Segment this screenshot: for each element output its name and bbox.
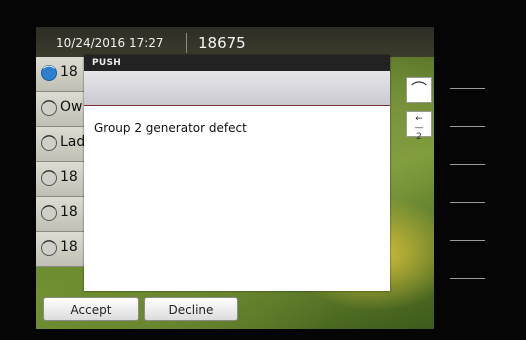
call-list-label: Lad (60, 134, 86, 150)
handset-icon: ⌒ (41, 170, 57, 186)
hardware-key-line (450, 164, 485, 165)
scroll-up-button[interactable]: ⌒ (406, 77, 432, 103)
call-list-label: 18 (60, 169, 78, 185)
call-list-item[interactable]: ⌒ Lad (36, 127, 88, 162)
call-list-item[interactable]: ⌒ 18 (36, 162, 88, 197)
call-list-item[interactable]: ⌒ Ow (36, 92, 88, 127)
handset-icon: ⌒ (41, 135, 57, 151)
hardware-key-line (450, 202, 485, 203)
handset-icon: ⌒ (41, 65, 57, 81)
call-list-label: 18 (60, 239, 78, 255)
page-number: 2 (416, 132, 422, 142)
call-list-item[interactable]: ⌒ 18 (36, 57, 88, 92)
status-divider (186, 33, 187, 53)
hardware-key-line (450, 278, 485, 279)
accept-button[interactable]: Accept (43, 297, 139, 321)
dialog-message: Group 2 generator defect (94, 121, 247, 135)
decline-button[interactable]: Decline (144, 297, 238, 321)
push-dialog: PUSH Group 2 generator defect (84, 55, 390, 291)
handset-icon: ⌒ (41, 240, 57, 256)
hardware-key-line (450, 240, 485, 241)
status-bar: 10/24/2016 17:27 18675 (36, 27, 434, 57)
phone-screen: 10/24/2016 17:27 18675 ⌒ 18 ⌒ Ow ⌒ Lad ⌒… (36, 27, 434, 329)
call-list-item[interactable]: ⌒ 18 (36, 197, 88, 232)
hardware-key-line (450, 126, 485, 127)
handset-icon: ⌒ (41, 205, 57, 221)
call-list-item[interactable]: ⌒ 18 (36, 232, 88, 267)
extension-number: 18675 (198, 34, 246, 52)
call-list-label: 18 (60, 204, 78, 220)
call-list-label: Ow (60, 99, 83, 115)
dialog-header-band (84, 71, 390, 106)
hardware-key-line (450, 88, 485, 89)
page-button[interactable]: ← — 2 (406, 111, 432, 142)
date-time: 10/24/2016 17:27 (56, 36, 164, 50)
handset-icon: ⌒ (41, 100, 57, 116)
call-list-label: 18 (60, 64, 78, 80)
dialog-title: PUSH (84, 55, 390, 71)
